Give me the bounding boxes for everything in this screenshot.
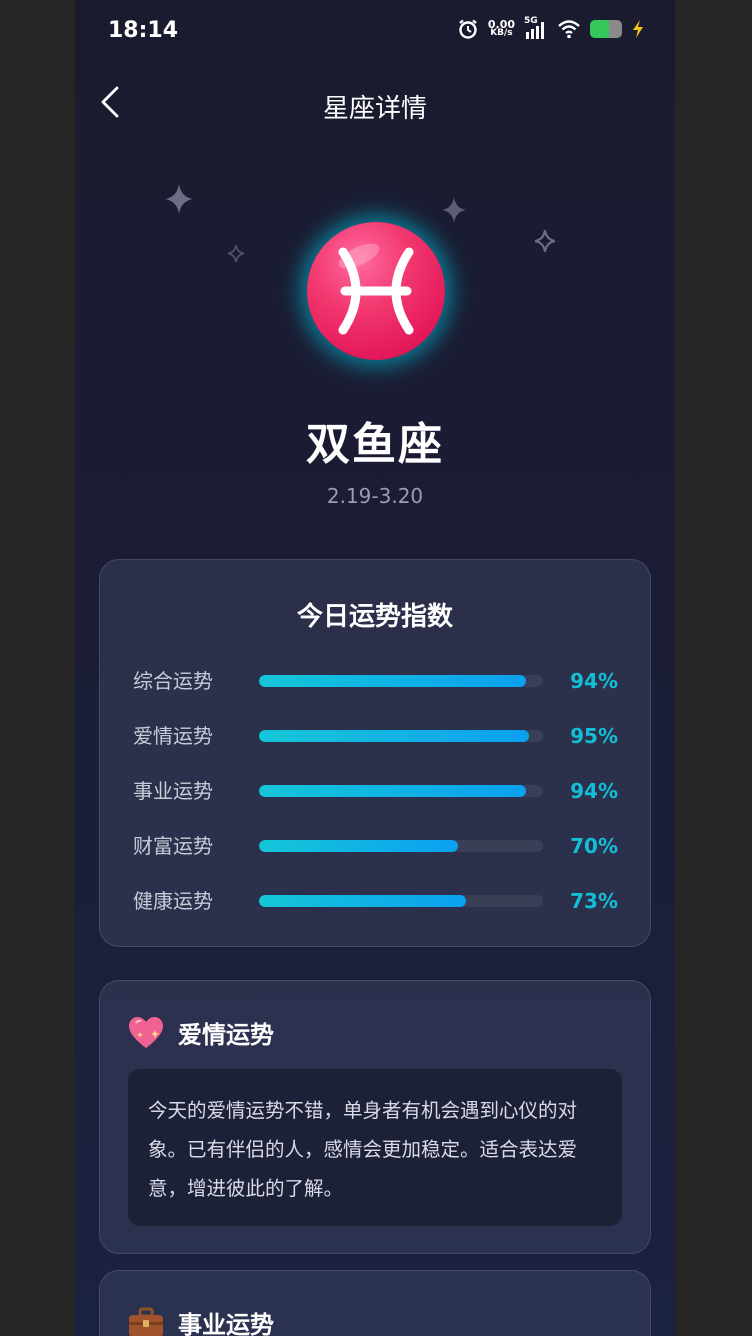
metric-label: 爱情运势 [133, 724, 213, 748]
metric-bar [259, 675, 543, 687]
page-title: 星座详情 [322, 94, 427, 124]
metric-bar-fill [259, 840, 458, 852]
battery-icon [590, 20, 622, 38]
sparkling-heart-icon [129, 1016, 163, 1048]
battery-level [590, 20, 610, 38]
metric-value: 73% [570, 889, 618, 913]
metric-row-wealth: 财富运势 70% [133, 831, 618, 861]
signal-indicator: 5G [524, 16, 548, 40]
network-speed-unit: KB/s [490, 28, 513, 38]
sparkle-icon [228, 245, 244, 262]
metric-bar [259, 785, 543, 797]
metric-value: 94% [570, 669, 618, 693]
pisces-symbol-icon [338, 243, 414, 335]
career-fortune-card: 事业运势 [99, 1270, 651, 1336]
status-bar: 18:14 0.00 KB/s 5G [75, 0, 675, 64]
metric-bar [259, 730, 543, 742]
metric-label: 事业运势 [133, 779, 213, 803]
sparkle-icon [442, 197, 466, 223]
metric-bar-fill [259, 785, 526, 797]
love-description: 今天的爱情运势不错，单身者有机会遇到心仪的对象。已有伴侣的人，感情会更加稳定。适… [128, 1069, 622, 1226]
metric-bar [259, 895, 543, 907]
alarm-icon [459, 19, 477, 39]
sign-dates: 2.19-3.20 [326, 484, 424, 508]
zodiac-badge [307, 222, 445, 360]
charging-icon [633, 20, 643, 38]
network-speed: 0.00 KB/s [488, 19, 515, 38]
status-icons: 0.00 KB/s 5G [457, 16, 645, 40]
briefcase-icon [129, 1307, 163, 1336]
love-section-header: 爱情运势 [128, 1015, 274, 1050]
nav-bar: 星座详情 [75, 70, 675, 136]
metric-value: 94% [570, 779, 618, 803]
sign-name: 双鱼座 [306, 419, 444, 470]
metric-label: 财富运势 [133, 834, 213, 858]
metric-row-health: 健康运势 73% [133, 886, 618, 916]
metric-row-career: 事业运势 94% [133, 776, 618, 806]
career-section-header: 事业运势 [128, 1305, 274, 1336]
wifi-icon [558, 20, 580, 39]
metric-bar-fill [259, 895, 467, 907]
fortune-index-title: 今日运势指数 [296, 602, 453, 632]
app-screen: 18:14 0.00 KB/s 5G 星座详情 双鱼座 2.19-3.20 今日… [75, 0, 675, 1336]
sparkle-icon [535, 230, 555, 252]
career-section-title: 事业运势 [178, 1311, 274, 1336]
status-time: 18:14 [108, 18, 179, 43]
metric-label: 健康运势 [133, 889, 213, 913]
sparkle-icon [165, 184, 193, 214]
love-section-title: 爱情运势 [178, 1021, 274, 1049]
metric-value: 70% [570, 834, 618, 858]
metric-bar [259, 840, 543, 852]
metric-bar-fill [259, 730, 529, 742]
fortune-index-card: 今日运势指数 综合运势 94% 爱情运势 95% 事业运势 94% 财富运势 7… [99, 559, 651, 947]
metric-bar-fill [259, 675, 526, 687]
metric-row-overall: 综合运势 94% [133, 666, 618, 696]
metric-label: 综合运势 [133, 669, 213, 693]
signal-icon [526, 22, 544, 39]
love-fortune-card: 爱情运势 今天的爱情运势不错，单身者有机会遇到心仪的对象。已有伴侣的人，感情会更… [99, 980, 651, 1254]
metric-row-love: 爱情运势 95% [133, 721, 618, 751]
metric-value: 95% [570, 724, 618, 748]
